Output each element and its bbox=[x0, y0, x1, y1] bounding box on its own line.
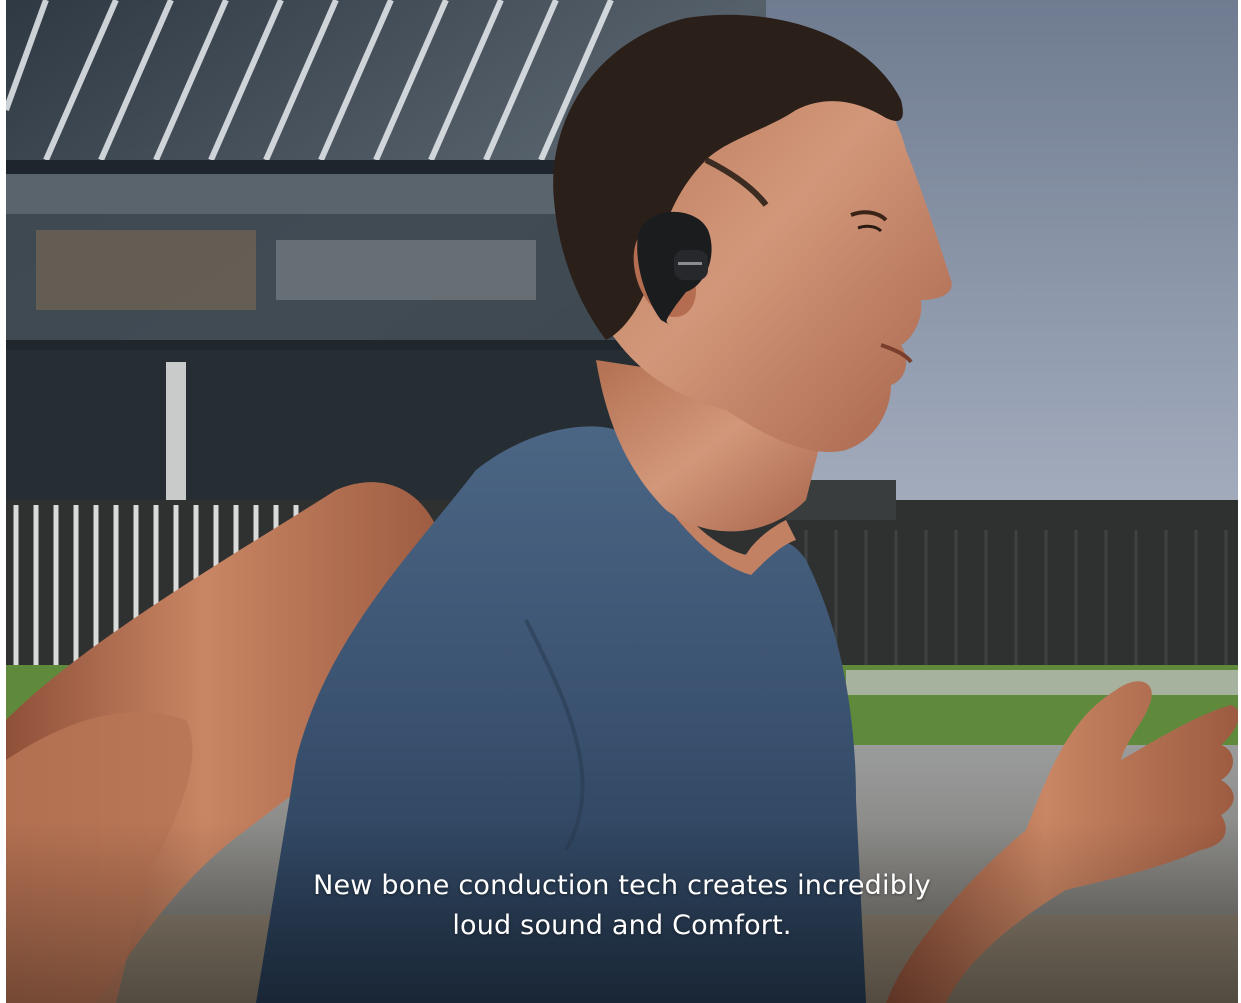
caption-line-1: New bone conduction tech creates incredi… bbox=[313, 870, 931, 901]
caption: New bone conduction tech creates incredi… bbox=[6, 866, 1238, 946]
product-image-frame: New bone conduction tech creates incredi… bbox=[6, 0, 1238, 1003]
runner-photo bbox=[6, 0, 1238, 1003]
caption-line-2: loud sound and Comfort. bbox=[452, 910, 792, 941]
